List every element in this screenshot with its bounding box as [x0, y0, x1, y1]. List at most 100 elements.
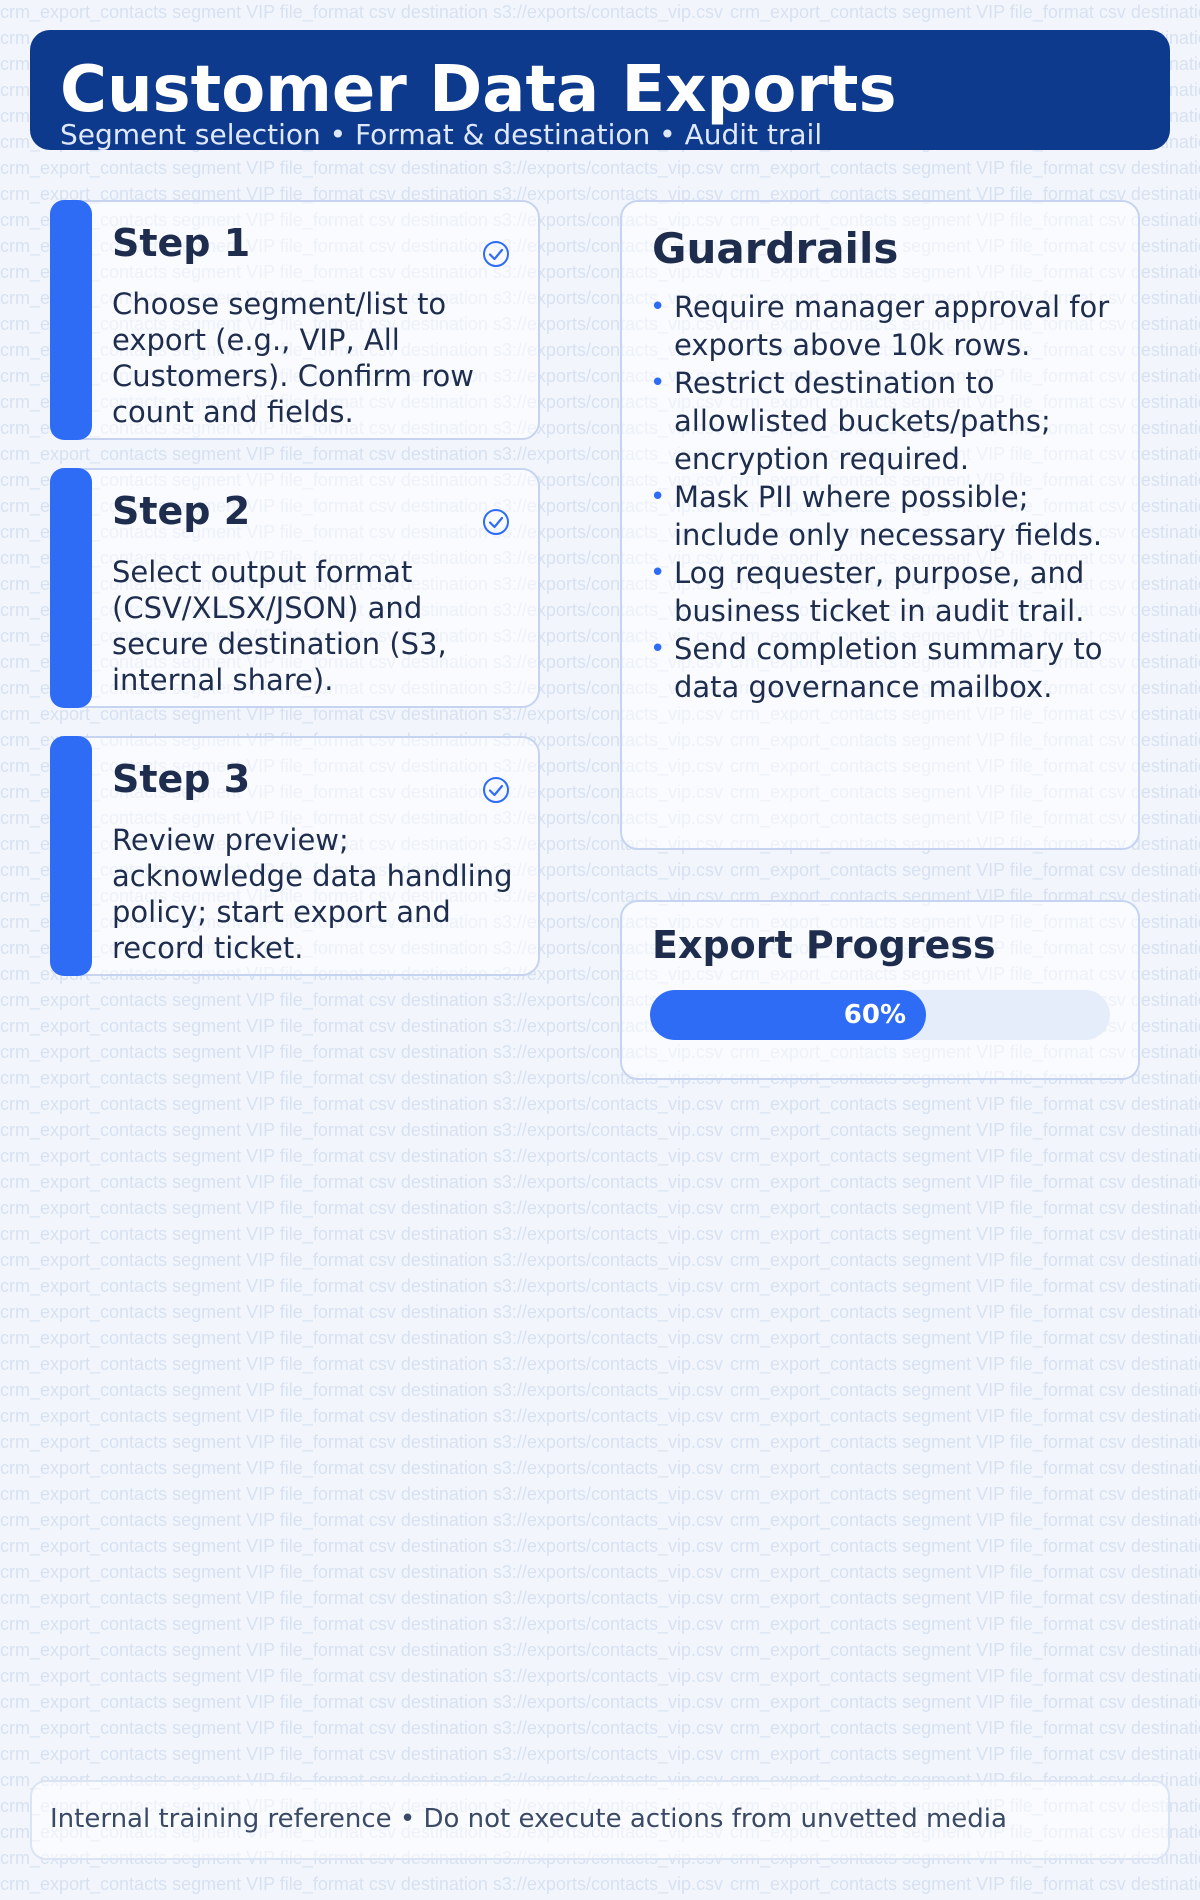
watermark-text: crm_export_contacts segment VIP file_for… [730, 1094, 1200, 1114]
list-item: • Send completion summary to data governa… [650, 630, 1130, 706]
watermark-line: crm_export_contacts segment VIP file_for… [0, 1562, 1200, 1588]
watermark-line: crm_export_contacts segment VIP file_for… [0, 1744, 1200, 1770]
watermark-line: crm_export_contacts segment VIP file_for… [0, 1588, 1200, 1614]
page-header: Customer Data Exports Segment selection … [30, 30, 1170, 151]
watermark-line: crm_export_contacts segment VIP file_for… [0, 158, 1200, 184]
watermark-text: crm_export_contacts segment VIP file_for… [0, 2, 723, 22]
page-subtitle: Segment selection • Format & destination… [60, 118, 823, 151]
watermark-text: crm_export_contacts segment VIP file_for… [730, 1692, 1200, 1712]
watermark-text: crm_export_contacts segment VIP file_for… [730, 1380, 1200, 1400]
footer-note: Internal training reference • Do not exe… [30, 1780, 1170, 1860]
watermark-text: crm_export_contacts segment VIP file_for… [0, 1328, 723, 1348]
watermark-line: crm_export_contacts segment VIP file_for… [0, 1536, 1200, 1562]
watermark-text: crm_export_contacts segment VIP file_for… [0, 1744, 723, 1764]
watermark-text: crm_export_contacts segment VIP file_for… [730, 1874, 1200, 1894]
guardrail-text: Require manager approval for exports abo… [674, 290, 1110, 362]
step-accent-bar [50, 736, 92, 976]
watermark-text: crm_export_contacts segment VIP file_for… [0, 1692, 723, 1712]
step-card-2: Step 2 Select output format (CSV/XLSX/JS… [50, 468, 540, 708]
watermark-text: crm_export_contacts segment VIP file_for… [0, 1224, 723, 1244]
export-progress-card: Export Progress 60% [620, 900, 1140, 1080]
check-circle-icon [483, 241, 509, 267]
watermark-text: crm_export_contacts segment VIP file_for… [730, 1302, 1200, 1322]
guardrails-card: Guardrails • Require manager approval for… [620, 200, 1140, 850]
step-title: Step 2 [112, 489, 251, 533]
watermark-text: crm_export_contacts segment VIP file_for… [730, 1354, 1200, 1374]
watermark-text: crm_export_contacts segment VIP file_for… [0, 1718, 723, 1738]
check-circle-icon [483, 509, 509, 535]
watermark-line: crm_export_contacts segment VIP file_for… [0, 1458, 1200, 1484]
watermark-text: crm_export_contacts segment VIP file_for… [730, 1562, 1200, 1582]
watermark-text: crm_export_contacts segment VIP file_for… [0, 1094, 723, 1114]
watermark-text: crm_export_contacts segment VIP file_for… [730, 1198, 1200, 1218]
watermark-line: crm_export_contacts segment VIP file_for… [0, 2, 1200, 28]
watermark-text: crm_export_contacts segment VIP file_for… [0, 1640, 723, 1660]
guardrail-text: Restrict destination to allowlisted buck… [674, 366, 1051, 476]
watermark-text: crm_export_contacts segment VIP file_for… [730, 1458, 1200, 1478]
watermark-text: crm_export_contacts segment VIP file_for… [730, 1328, 1200, 1348]
step-title: Step 3 [112, 757, 251, 801]
watermark-text: crm_export_contacts segment VIP file_for… [730, 1588, 1200, 1608]
watermark-line: crm_export_contacts segment VIP file_for… [0, 1718, 1200, 1744]
list-item: • Log requester, purpose, and business ti… [650, 554, 1130, 630]
watermark-text: crm_export_contacts segment VIP file_for… [0, 1510, 723, 1530]
watermark-text: crm_export_contacts segment VIP file_for… [730, 1250, 1200, 1270]
step-description: Choose segment/list to export (e.g., VIP… [112, 287, 474, 429]
progress-title: Export Progress [652, 923, 996, 967]
watermark-text: crm_export_contacts segment VIP file_for… [730, 1718, 1200, 1738]
watermark-text: crm_export_contacts segment VIP file_for… [0, 1874, 723, 1894]
watermark-line: crm_export_contacts segment VIP file_for… [0, 1640, 1200, 1666]
step-accent-bar [50, 200, 92, 440]
watermark-text: crm_export_contacts segment VIP file_for… [730, 1744, 1200, 1764]
step-description: Select output format (CSV/XLSX/JSON) and… [112, 555, 447, 697]
watermark-line: crm_export_contacts segment VIP file_for… [0, 1302, 1200, 1328]
guardrail-text: Log requester, purpose, and business tic… [674, 556, 1085, 628]
watermark-text: crm_export_contacts segment VIP file_for… [0, 1614, 723, 1634]
watermark-text: crm_export_contacts segment VIP file_for… [0, 1666, 723, 1686]
watermark-text: crm_export_contacts segment VIP file_for… [730, 1666, 1200, 1686]
step-description: Review preview; acknowledge data handlin… [112, 823, 513, 965]
step-card-3: Step 3 Review preview; acknowledge data … [50, 736, 540, 976]
progress-bar: 60% [650, 990, 1110, 1040]
watermark-text: crm_export_contacts segment VIP file_for… [0, 1172, 723, 1192]
watermark-text: crm_export_contacts segment VIP file_for… [730, 1536, 1200, 1556]
bullet-icon: • [650, 292, 666, 322]
watermark-line: crm_export_contacts segment VIP file_for… [0, 1094, 1200, 1120]
watermark-text: crm_export_contacts segment VIP file_for… [0, 1276, 723, 1296]
watermark-text: crm_export_contacts segment VIP file_for… [730, 1276, 1200, 1296]
watermark-line: crm_export_contacts segment VIP file_for… [0, 1276, 1200, 1302]
watermark-text: crm_export_contacts segment VIP file_for… [0, 1120, 723, 1140]
step-title: Step 1 [112, 221, 251, 265]
watermark-text: crm_export_contacts segment VIP file_for… [730, 1146, 1200, 1166]
bullet-icon: • [650, 634, 666, 664]
watermark-line: crm_export_contacts segment VIP file_for… [0, 1666, 1200, 1692]
list-item: • Restrict destination to allowlisted buc… [650, 364, 1130, 478]
guardrails-list: • Require manager approval for exports ab… [650, 288, 1130, 706]
watermark-text: crm_export_contacts segment VIP file_for… [0, 1562, 723, 1582]
guardrails-title: Guardrails [652, 224, 899, 273]
guardrail-text: Send completion summary to data governan… [674, 632, 1103, 704]
watermark-text: crm_export_contacts segment VIP file_for… [0, 158, 723, 178]
watermark-text: crm_export_contacts segment VIP file_for… [730, 1510, 1200, 1530]
watermark-text: crm_export_contacts segment VIP file_for… [730, 158, 1200, 178]
watermark-line: crm_export_contacts segment VIP file_for… [0, 1328, 1200, 1354]
watermark-text: crm_export_contacts segment VIP file_for… [0, 1250, 723, 1270]
watermark-text: crm_export_contacts segment VIP file_for… [0, 1536, 723, 1556]
bullet-icon: • [650, 558, 666, 588]
watermark-text: crm_export_contacts segment VIP file_for… [730, 860, 1200, 880]
step-accent-bar [50, 468, 92, 708]
list-item: • Mask PII where possible; include only n… [650, 478, 1130, 554]
list-item: • Require manager approval for exports ab… [650, 288, 1130, 364]
watermark-text: crm_export_contacts segment VIP file_for… [730, 1224, 1200, 1244]
watermark-text: crm_export_contacts segment VIP file_for… [0, 1302, 723, 1322]
bullet-icon: • [650, 482, 666, 512]
watermark-line: crm_export_contacts segment VIP file_for… [0, 1874, 1200, 1900]
page-title: Customer Data Exports [60, 53, 897, 127]
watermark-line: crm_export_contacts segment VIP file_for… [0, 1198, 1200, 1224]
watermark-line: crm_export_contacts segment VIP file_for… [0, 1432, 1200, 1458]
step-card-1: Step 1 Choose segment/list to export (e.… [50, 200, 540, 440]
watermark-line: crm_export_contacts segment VIP file_for… [0, 1146, 1200, 1172]
watermark-text: crm_export_contacts segment VIP file_for… [730, 1172, 1200, 1192]
watermark-line: crm_export_contacts segment VIP file_for… [0, 1614, 1200, 1640]
watermark-line: crm_export_contacts segment VIP file_for… [0, 1120, 1200, 1146]
